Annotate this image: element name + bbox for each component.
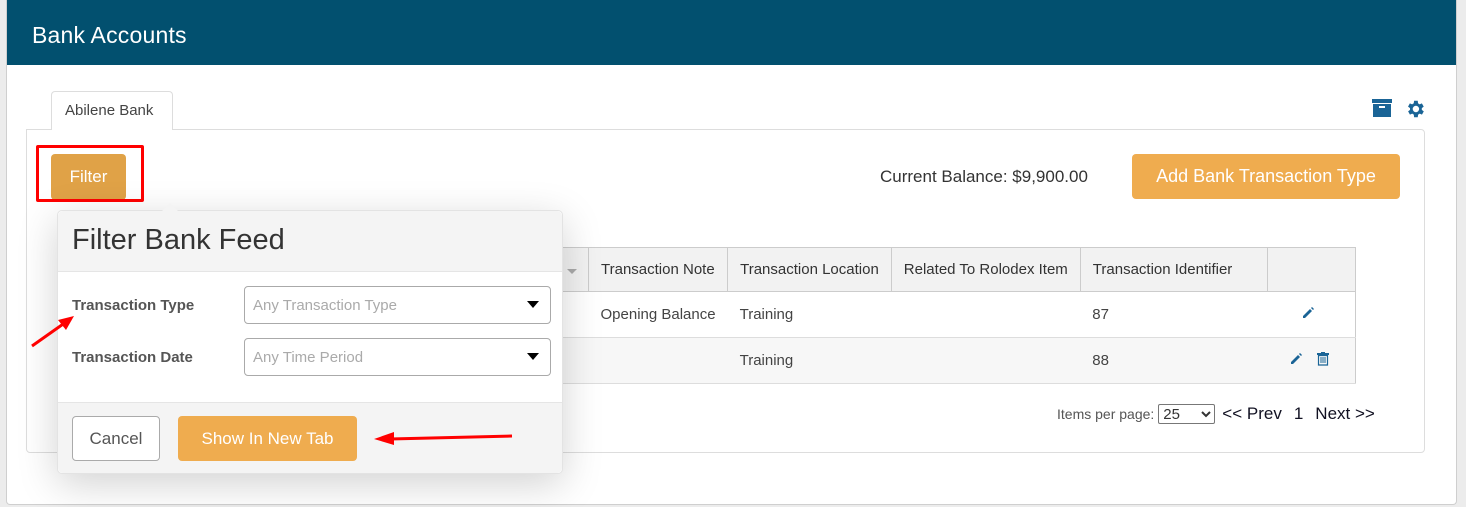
transaction-date-select[interactable]: Any Time Period [244, 338, 551, 376]
page-title: Bank Accounts [32, 22, 187, 48]
transaction-type-select[interactable]: Any Transaction Type [244, 286, 551, 324]
popover-footer: Cancel Show In New Tab [58, 402, 562, 473]
current-balance: Current Balance: $9,900.00 [880, 167, 1088, 186]
show-in-new-tab-button[interactable]: Show In New Tab [178, 416, 357, 461]
items-per-page-label: Items per page: [1057, 406, 1155, 422]
cell-location: Training [727, 291, 892, 338]
column-transaction-note[interactable]: Transaction Note [587, 247, 729, 292]
popover-header: Filter Bank Feed [58, 211, 562, 272]
popover-title: Filter Bank Feed [72, 224, 285, 256]
cell-note: Opening Balance [588, 291, 728, 338]
current-page[interactable]: 1 [1294, 404, 1303, 424]
column-transaction-identifier[interactable]: Transaction Identifier [1079, 247, 1268, 292]
table-header-row: Transaction Note Transaction Location Re… [555, 247, 1357, 292]
tab-abilene-bank[interactable]: Abilene Bank [51, 91, 173, 130]
gear-icon[interactable] [1404, 98, 1426, 120]
next-page-link[interactable]: Next >> [1315, 404, 1375, 424]
cell-rolodex [891, 337, 1081, 384]
transaction-date-row: Transaction Date Any Time Period [72, 338, 551, 376]
archive-icon[interactable] [1372, 98, 1392, 118]
trash-icon[interactable] [1317, 351, 1330, 370]
transaction-type-placeholder: Any Transaction Type [253, 297, 397, 314]
filter-popover: Filter Bank Feed Transaction Type Any Tr… [57, 203, 563, 474]
cell-actions [1267, 337, 1357, 384]
popover-arrow [162, 203, 178, 211]
chevron-down-icon [527, 301, 539, 308]
cancel-button[interactable]: Cancel [72, 416, 160, 461]
column-transaction-location[interactable]: Transaction Location [727, 247, 892, 292]
cell-note [588, 337, 728, 384]
cell-actions [1267, 291, 1357, 338]
table-row: Opening Balance Training 87 [555, 291, 1357, 338]
edit-icon[interactable] [1301, 306, 1315, 324]
items-per-page-select[interactable]: 25 [1158, 404, 1216, 424]
table-row: Training 88 [555, 337, 1357, 384]
cell-identifier: 87 [1080, 291, 1268, 338]
transaction-date-label: Transaction Date [72, 348, 193, 366]
transaction-date-placeholder: Any Time Period [253, 349, 364, 366]
cell-location: Training [727, 337, 892, 384]
sort-caret-icon [567, 269, 577, 274]
filter-button[interactable]: Filter [51, 154, 126, 200]
column-actions [1266, 247, 1357, 292]
cell-identifier: 88 [1080, 337, 1268, 384]
pagination: Items per page: 25 << Prev 1 Next >> [1057, 404, 1375, 424]
transaction-type-row: Transaction Type Any Transaction Type [72, 286, 551, 324]
edit-icon[interactable] [1289, 352, 1303, 370]
transactions-table: Transaction Note Transaction Location Re… [555, 247, 1357, 384]
page-header: Bank Accounts [7, 0, 1456, 65]
add-bank-transaction-type-button[interactable]: Add Bank Transaction Type [1132, 154, 1400, 199]
transaction-type-label: Transaction Type [72, 296, 195, 314]
prev-page-link[interactable]: << Prev [1222, 404, 1282, 424]
chevron-down-icon [527, 353, 539, 360]
column-related-rolodex[interactable]: Related To Rolodex Item [890, 247, 1081, 292]
cell-rolodex [891, 291, 1081, 338]
